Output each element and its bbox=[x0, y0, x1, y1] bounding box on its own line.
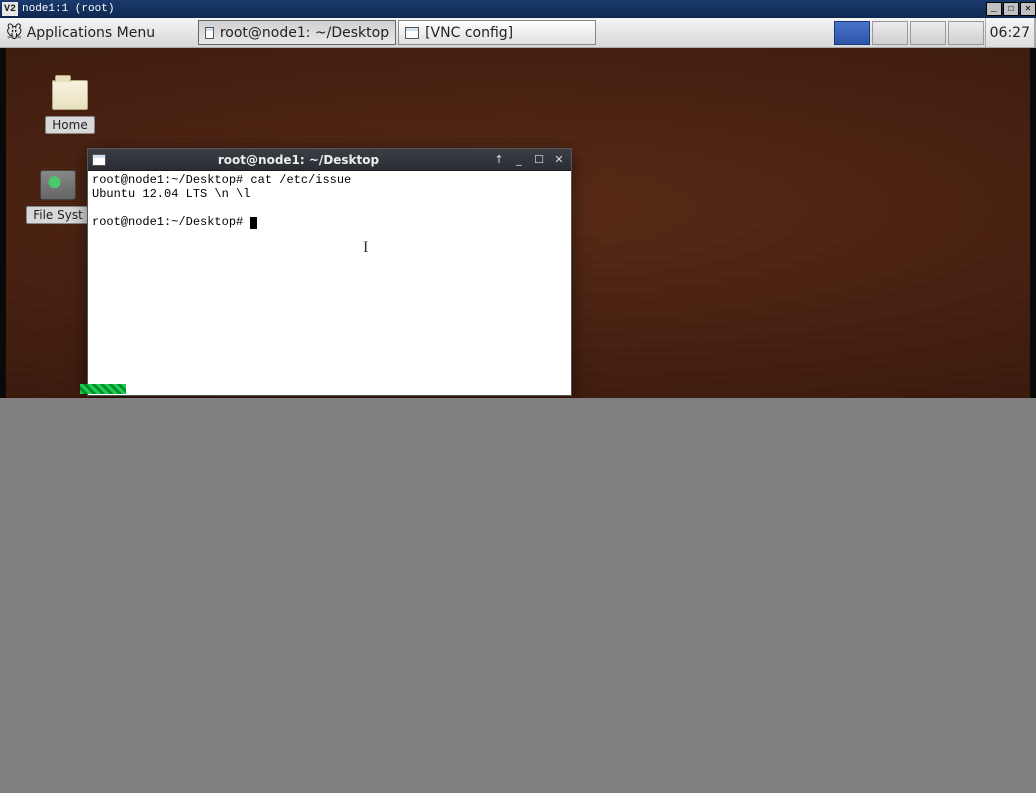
desktop-border bbox=[1030, 48, 1036, 398]
terminal-cursor bbox=[250, 217, 257, 229]
desktop-icon-home[interactable]: Home bbox=[30, 80, 110, 134]
terminal-rollup-button[interactable]: ↑ bbox=[491, 153, 507, 167]
terminal-prompt: root@node1:~/Desktop# bbox=[92, 215, 250, 229]
terminal-close-button[interactable]: ✕ bbox=[551, 153, 567, 167]
panel-clock[interactable]: 06:27 bbox=[985, 18, 1036, 47]
terminal-content[interactable]: root@node1:~/Desktop# cat /etc/issue Ubu… bbox=[88, 171, 571, 395]
desktop-icon-label: Home bbox=[45, 116, 94, 134]
window-icon bbox=[92, 154, 106, 166]
vnc-title-text: node1:1 (root) bbox=[22, 3, 114, 15]
xfce-mouse-icon: 🐭 bbox=[6, 23, 23, 42]
xfce-panel: 🐭 Applications Menu root@node1: ~/Deskto… bbox=[0, 18, 1036, 48]
vnc-minimize-button[interactable]: _ bbox=[986, 2, 1002, 16]
taskbar: root@node1: ~/Desktop [VNC config] bbox=[197, 18, 597, 47]
taskbar-item-terminal[interactable]: root@node1: ~/Desktop bbox=[198, 20, 396, 45]
remote-desktop: 🐭 Applications Menu root@node1: ~/Deskto… bbox=[0, 18, 1036, 398]
terminal-minimize-button[interactable]: _ bbox=[511, 153, 527, 167]
terminal-prompt: root@node1:~/Desktop# bbox=[92, 173, 243, 187]
terminal-output: Ubuntu 12.04 LTS \n \l bbox=[92, 187, 567, 201]
text-cursor-ibeam-icon: I bbox=[363, 241, 368, 255]
clock-text: 06:27 bbox=[990, 25, 1030, 41]
taskbar-item-label: root@node1: ~/Desktop bbox=[220, 25, 389, 41]
taskbar-item-label: [VNC config] bbox=[425, 25, 513, 41]
vnc-logo-icon: V2 bbox=[2, 2, 18, 16]
terminal-title-text: root@node1: ~/Desktop bbox=[110, 153, 487, 167]
workspace-4[interactable] bbox=[948, 21, 984, 45]
partial-render-fragment bbox=[80, 384, 126, 394]
vnc-window-titlebar: V2 node1:1 (root) _ ☐ ✕ bbox=[0, 0, 1036, 18]
desktop-icon-label: File Syst bbox=[26, 206, 90, 224]
vnc-maximize-button[interactable]: ☐ bbox=[1003, 2, 1019, 16]
workspace-2[interactable] bbox=[872, 21, 908, 45]
window-icon bbox=[205, 27, 214, 39]
applications-menu-button[interactable]: 🐭 Applications Menu bbox=[0, 18, 167, 47]
terminal-blank-line bbox=[92, 201, 567, 215]
terminal-titlebar[interactable]: root@node1: ~/Desktop ↑ _ ☐ ✕ bbox=[88, 149, 571, 171]
terminal-window: root@node1: ~/Desktop ↑ _ ☐ ✕ root@node1… bbox=[87, 148, 572, 396]
applications-menu-label: Applications Menu bbox=[27, 25, 155, 41]
terminal-maximize-button[interactable]: ☐ bbox=[531, 153, 547, 167]
vnc-close-button[interactable]: ✕ bbox=[1020, 2, 1036, 16]
folder-icon bbox=[52, 80, 88, 110]
desktop-border bbox=[0, 48, 6, 398]
workspace-1[interactable] bbox=[834, 21, 870, 45]
window-icon bbox=[405, 27, 419, 39]
workspace-3[interactable] bbox=[910, 21, 946, 45]
terminal-command: cat /etc/issue bbox=[243, 173, 351, 187]
desktop-icon-filesystem[interactable]: File Syst bbox=[18, 170, 98, 224]
taskbar-item-vncconfig[interactable]: [VNC config] bbox=[398, 20, 596, 45]
workspace-switcher bbox=[833, 18, 985, 47]
drive-icon bbox=[40, 170, 76, 200]
